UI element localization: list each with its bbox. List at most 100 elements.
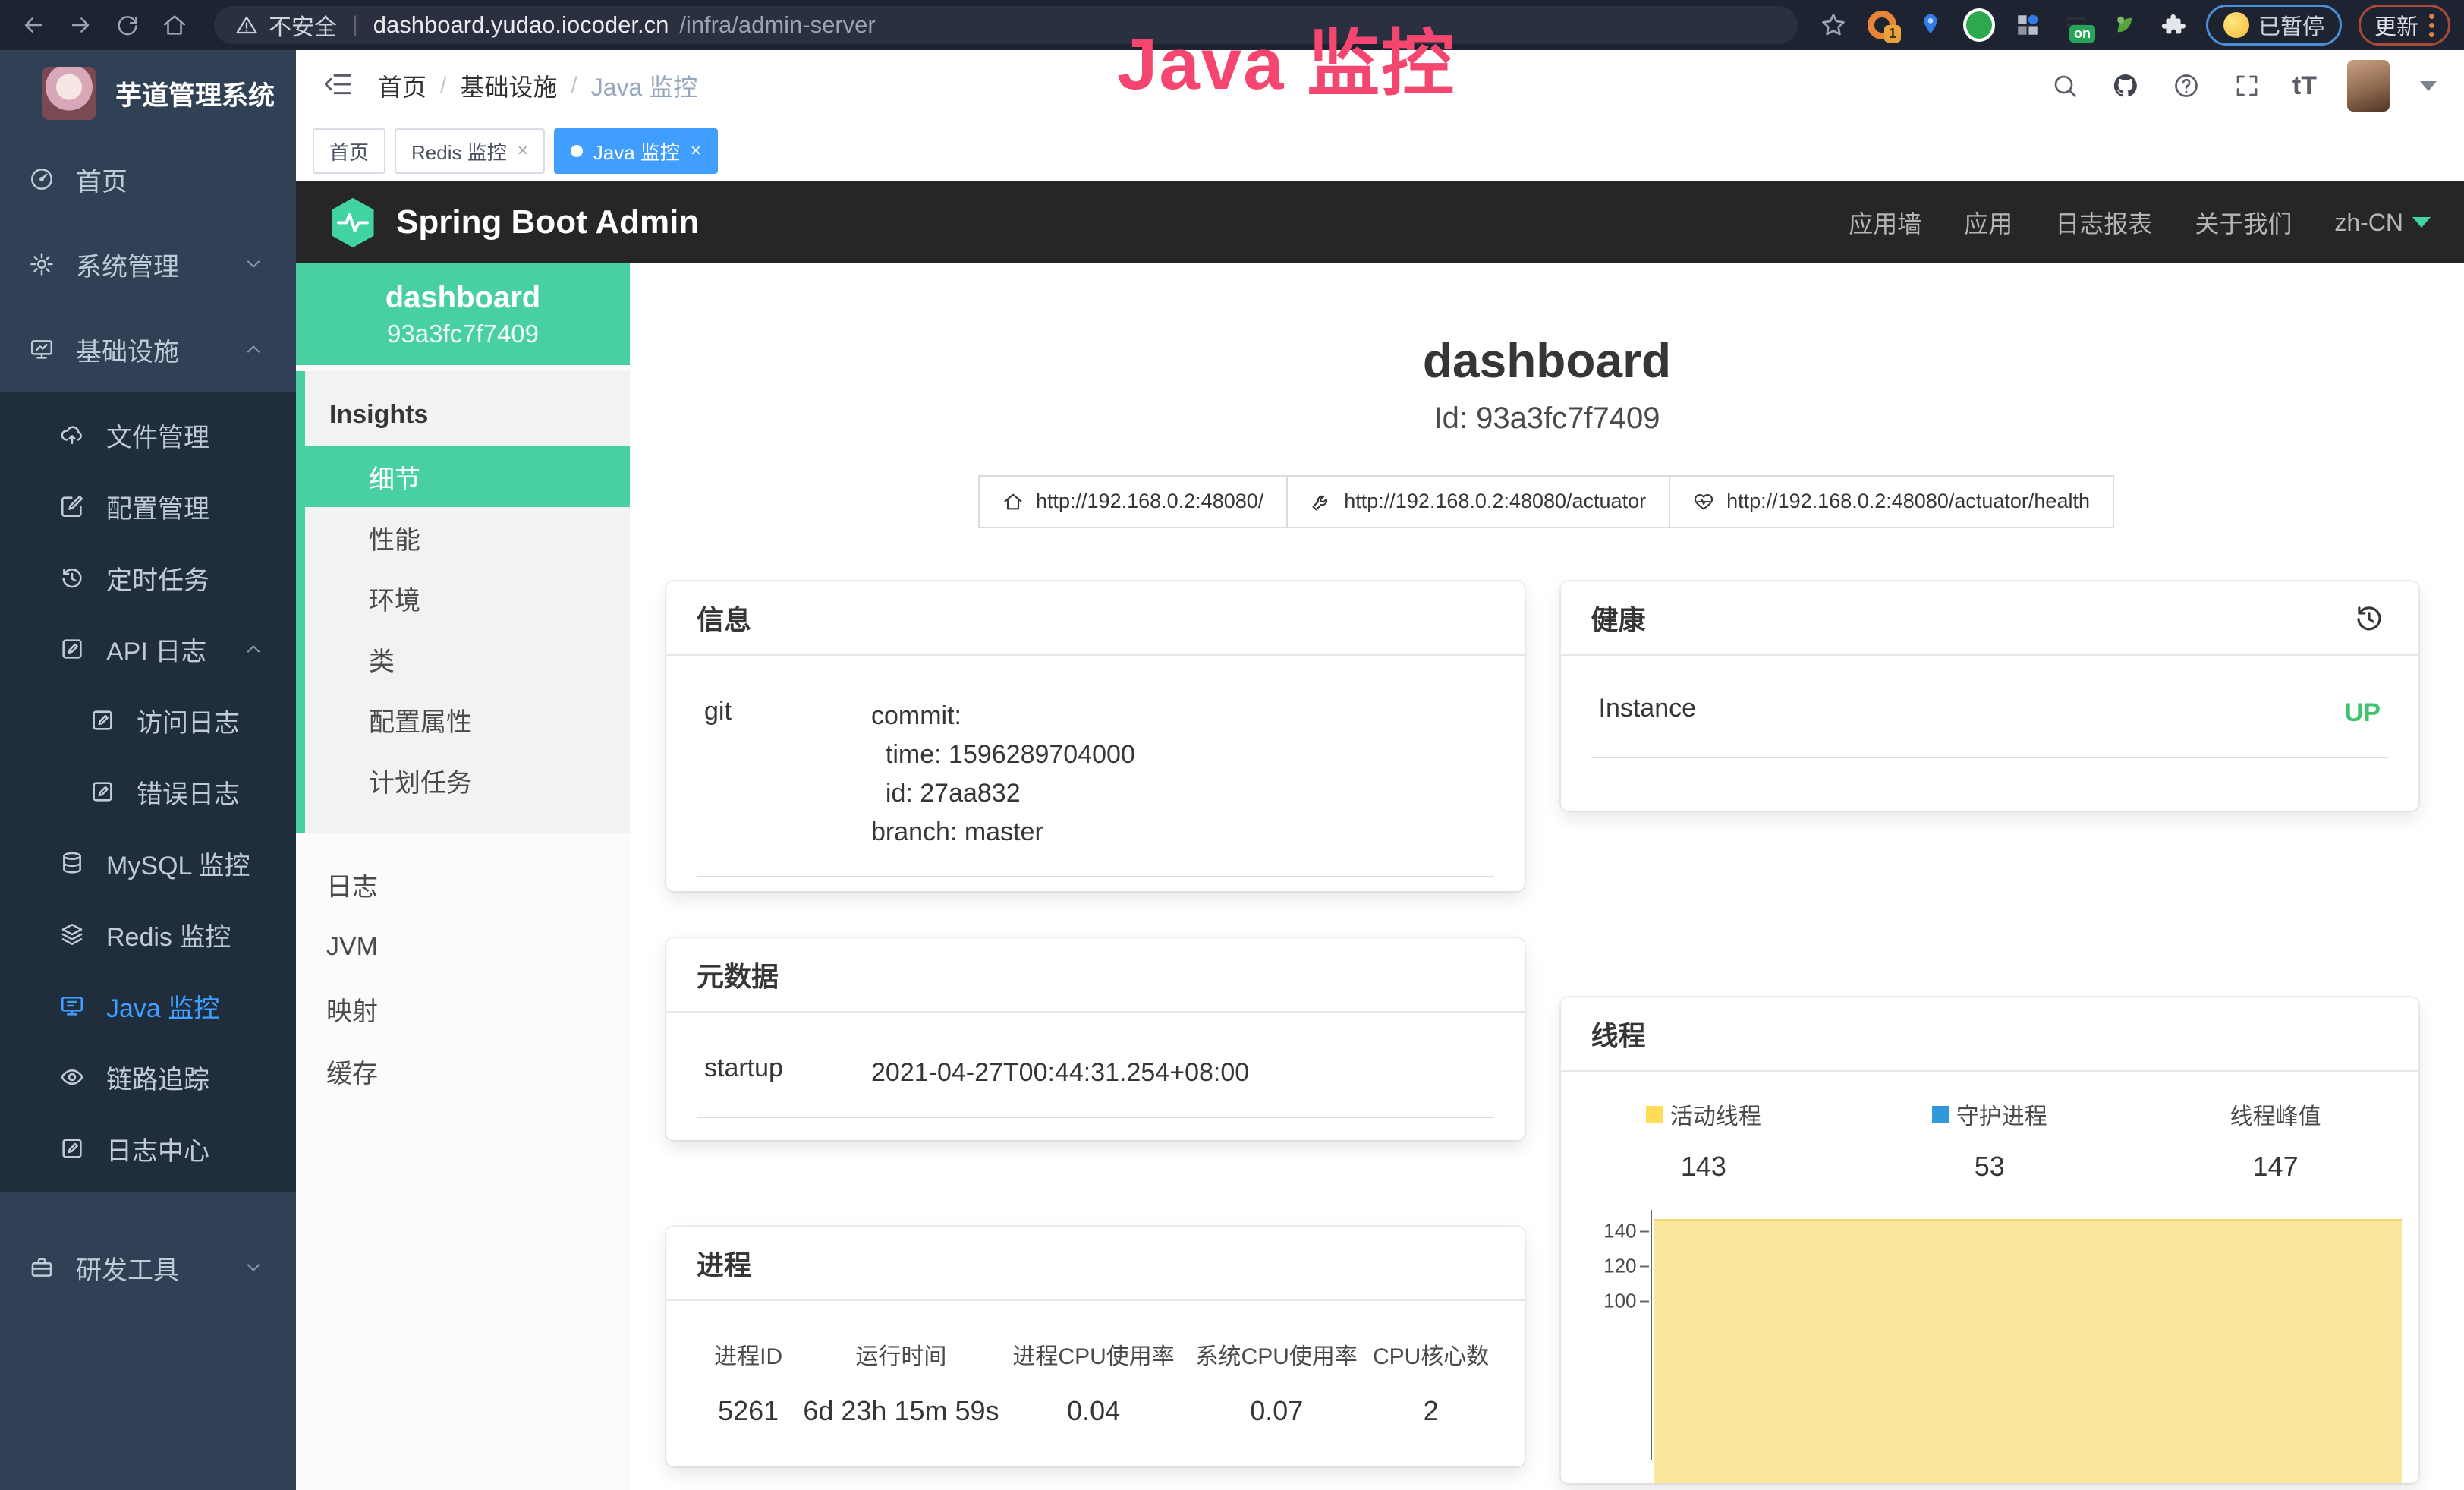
browser-menu-icon[interactable] — [2429, 14, 2434, 37]
sidebar-item-access-log[interactable]: 访问日志 — [0, 685, 296, 756]
close-icon[interactable]: × — [691, 140, 701, 162]
sba-item-config-props[interactable]: 配置属性 — [296, 689, 630, 750]
spring-boot-admin-logo-icon — [329, 197, 376, 248]
address-divider: | — [348, 12, 363, 38]
user-avatar[interactable] — [2347, 60, 2390, 112]
timer-icon — [59, 565, 85, 591]
close-icon[interactable]: × — [518, 140, 528, 162]
doc-edit-icon — [59, 1136, 85, 1161]
legend-label: 守护进程 — [1956, 1098, 2047, 1131]
browser-update-button[interactable]: 更新 — [2359, 5, 2450, 46]
app-brand[interactable]: 芋道管理系统 — [0, 50, 296, 137]
sba-item-details[interactable]: 细节 — [296, 446, 630, 507]
url-path[interactable]: /infra/admin-server — [679, 11, 1776, 39]
bookmark-star-icon[interactable] — [1817, 9, 1849, 41]
profile-avatar-icon — [2223, 12, 2249, 38]
tab-home[interactable]: 首页 — [313, 128, 385, 174]
user-menu-caret-icon[interactable] — [2420, 81, 2437, 91]
extension-grid-icon[interactable] — [2012, 9, 2044, 41]
chevron-down-icon — [243, 254, 264, 275]
process-card: 进程 进程ID 运行时间 进程CPU使用率 系统CPU使用率 CPU核心数 — [666, 1227, 1525, 1466]
sidebar-item-error-log[interactable]: 错误日志 — [0, 756, 296, 827]
metadata-card: 元数据 startup 2021-04-27T00:44:31.254+08:0… — [666, 938, 1525, 1140]
briefcase-icon — [29, 1255, 55, 1281]
breadcrumb-separator: / — [557, 73, 590, 99]
font-size-icon[interactable]: tT — [2292, 71, 2317, 101]
sba-item-metrics[interactable]: 性能 — [296, 507, 630, 568]
browser-reload-icon[interactable] — [108, 5, 147, 45]
browser-home-icon[interactable] — [155, 5, 194, 45]
fullscreen-icon[interactable] — [2232, 71, 2262, 101]
sidebar-item-infra[interactable]: 基础设施 — [0, 307, 296, 392]
extension-leaf-icon[interactable] — [2109, 9, 2141, 41]
sidebar-item-dev-tools[interactable]: 研发工具 — [0, 1225, 296, 1310]
threads-values: 143 53 147 — [1561, 1151, 2419, 1183]
extensions-puzzle-icon[interactable] — [2157, 9, 2189, 41]
insights-group: Insights 细节 性能 环境 类 配置属性 计划任务 — [296, 371, 630, 833]
sidebar-item-system[interactable]: 系统管理 — [0, 222, 296, 307]
url-host[interactable]: dashboard.yudao.iocoder.cn — [373, 11, 669, 39]
sidebar-item-tracing[interactable]: 链路追踪 — [0, 1041, 296, 1113]
sidebar-item-api-log[interactable]: API 日志 — [0, 613, 296, 685]
sba-nav-journal[interactable]: 日志报表 — [2055, 205, 2152, 240]
tag-tabs-bar: 首页 Redis 监控 × Java 监控 × — [296, 121, 2464, 181]
health-card: 健康 Instance UP — [1561, 581, 2419, 811]
sba-nav-about[interactable]: 关于我们 — [2195, 205, 2292, 240]
sidebar-item-log-center[interactable]: 日志中心 — [0, 1113, 296, 1184]
paused-label: 已暂停 — [2258, 9, 2324, 41]
help-icon[interactable] — [2171, 71, 2201, 101]
main-sidebar: 芋道管理系统 首页 系统管理 基础设施 文件管理 — [0, 50, 296, 1490]
sidebar-item-files[interactable]: 文件管理 — [0, 399, 296, 471]
breadcrumb-separator: / — [426, 73, 460, 99]
legend-label: 活动线程 — [1670, 1098, 1761, 1131]
gear-icon — [29, 251, 55, 277]
sba-item-classes[interactable]: 类 — [296, 628, 630, 689]
wrench-icon — [1311, 491, 1332, 512]
browser-forward-icon[interactable] — [61, 5, 100, 45]
y-axis: 140 120 100 — [1581, 1210, 1651, 1460]
sba-nav-wallboard[interactable]: 应用墙 — [1849, 205, 1921, 240]
extension-pin-icon[interactable] — [1915, 9, 1946, 41]
search-icon[interactable] — [2050, 71, 2080, 101]
breadcrumb-home[interactable]: 首页 — [378, 68, 426, 103]
sba-item-jvm[interactable]: JVM — [296, 915, 630, 978]
sba-item-scheduled-tasks[interactable]: 计划任务 — [296, 750, 630, 811]
profile-paused-chip[interactable]: 已暂停 — [2206, 5, 2342, 46]
health-history-icon[interactable] — [2353, 600, 2388, 635]
extension-orange-icon[interactable]: 1 — [1866, 9, 1898, 41]
breadcrumb-infra[interactable]: 基础设施 — [460, 68, 557, 103]
sba-item-mappings[interactable]: 映射 — [296, 978, 630, 1040]
security-label[interactable]: 不安全 — [269, 8, 337, 42]
card-title: 线程 — [1591, 1014, 1646, 1054]
sba-item-environment[interactable]: 环境 — [296, 568, 630, 628]
actuator-url-button[interactable]: http://192.168.0.2:48080/actuator — [1286, 475, 1670, 528]
sba-content: dashboard Id: 93a3fc7f7409 http://192.16… — [630, 263, 2464, 1490]
doc-edit-icon — [90, 779, 115, 805]
process-table: 进程ID 运行时间 进程CPU使用率 系统CPU使用率 CPU核心数 5261 … — [697, 1327, 1494, 1435]
status-badge: UP — [2345, 694, 2381, 732]
sidebar-item-jobs[interactable]: 定时任务 — [0, 542, 296, 613]
sba-locale-select[interactable]: zh-CN — [2334, 209, 2431, 237]
sba-item-caches[interactable]: 缓存 — [296, 1040, 630, 1102]
sba-nav-applications[interactable]: 应用 — [1964, 205, 2012, 240]
sidebar-item-redis[interactable]: Redis 监控 — [0, 899, 296, 970]
extension-green-circle-icon[interactable] — [1963, 9, 1995, 41]
service-url-button[interactable]: http://192.168.0.2:48080/ — [978, 475, 1288, 528]
sidebar-item-config[interactable]: 配置管理 — [0, 471, 296, 542]
address-bar[interactable]: 不安全 | dashboard.yudao.iocoder.cn /infra/… — [214, 6, 1798, 44]
sidebar-item-mysql[interactable]: MySQL 监控 — [0, 827, 296, 899]
edit-icon — [59, 493, 85, 519]
live-threads-area — [1654, 1219, 2403, 1483]
github-icon[interactable] — [2110, 71, 2141, 101]
sba-sidebar: dashboard 93a3fc7f7409 Insights 细节 性能 环境… — [296, 263, 630, 1490]
tab-redis-monitor[interactable]: Redis 监控 × — [395, 128, 545, 174]
sidebar-item-home[interactable]: 首页 — [0, 137, 296, 222]
chevron-up-icon — [243, 339, 264, 360]
extension-switch-icon[interactable]: on — [2060, 9, 2092, 41]
browser-back-icon[interactable] — [14, 5, 53, 45]
health-url-button[interactable]: http://192.168.0.2:48080/actuator/health — [1669, 475, 2114, 528]
tab-java-monitor[interactable]: Java 监控 × — [554, 128, 718, 174]
sidebar-collapse-icon[interactable] — [323, 69, 357, 102]
sidebar-item-java-monitor[interactable]: Java 监控 — [0, 970, 296, 1041]
sba-item-logs[interactable]: 日志 — [296, 853, 630, 915]
